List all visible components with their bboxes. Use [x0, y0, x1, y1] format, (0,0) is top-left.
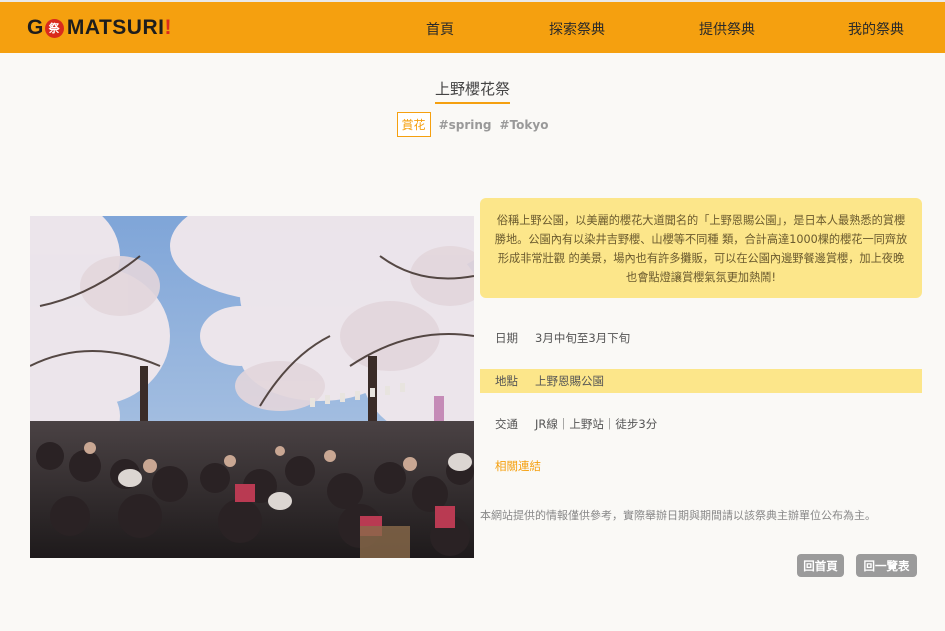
- hashtag[interactable]: #Tokyo: [500, 118, 549, 132]
- home-button[interactable]: 回首頁: [797, 554, 844, 577]
- hashtag[interactable]: #spring: [439, 118, 492, 132]
- logo-text: MATSURI: [66, 16, 165, 39]
- logo-seal-icon: 祭: [44, 18, 64, 38]
- info-key: 交通: [495, 417, 518, 431]
- festival-photo: [30, 216, 474, 558]
- info-row-transport: 交通 JR線｜上野站｜徒步3分: [480, 412, 922, 436]
- top-nav-bar: G 祭 MATSURI ! 首頁 探索祭典 提供祭典 我的祭典: [0, 0, 945, 53]
- page-title: 上野櫻花祭: [434, 78, 510, 104]
- page-title-wrap: 上野櫻花祭: [0, 78, 945, 104]
- info-value: 上野恩賜公園: [535, 374, 604, 388]
- info-value: JR線｜上野站｜徒步3分: [535, 417, 658, 431]
- tag-list: 賞花 #spring #Tokyo: [0, 112, 945, 137]
- site-logo[interactable]: G 祭 MATSURI !: [27, 15, 172, 41]
- festival-description: 俗稱上野公園，以美麗的櫻花大道聞名的「上野恩賜公園」，是日本人最熟悉的賞櫻勝地。…: [480, 198, 922, 298]
- nav-item-my-festivals[interactable]: 我的祭典: [848, 19, 904, 39]
- nav-item-explore[interactable]: 探索祭典: [549, 19, 605, 39]
- info-row-date: 日期 3月中旬至3月下旬: [480, 326, 922, 350]
- disclaimer-text: 本網站提供的情報僅供參考，實際舉辦日期與期間請以該祭典主辦單位公布為主。: [480, 509, 876, 522]
- logo-prefix: G: [27, 16, 44, 39]
- related-link[interactable]: 相關連結: [495, 458, 541, 474]
- info-key: 地點: [495, 374, 518, 388]
- back-to-list-button[interactable]: 回一覽表: [856, 554, 917, 577]
- nav-item-submit[interactable]: 提供祭典: [699, 19, 755, 39]
- info-key: 日期: [495, 331, 518, 345]
- logo-bang: !: [164, 16, 172, 39]
- nav-item-home[interactable]: 首頁: [426, 19, 454, 39]
- info-value: 3月中旬至3月下旬: [535, 331, 631, 345]
- category-tag[interactable]: 賞花: [396, 112, 431, 137]
- info-row-location: 地點 上野恩賜公園: [480, 369, 922, 393]
